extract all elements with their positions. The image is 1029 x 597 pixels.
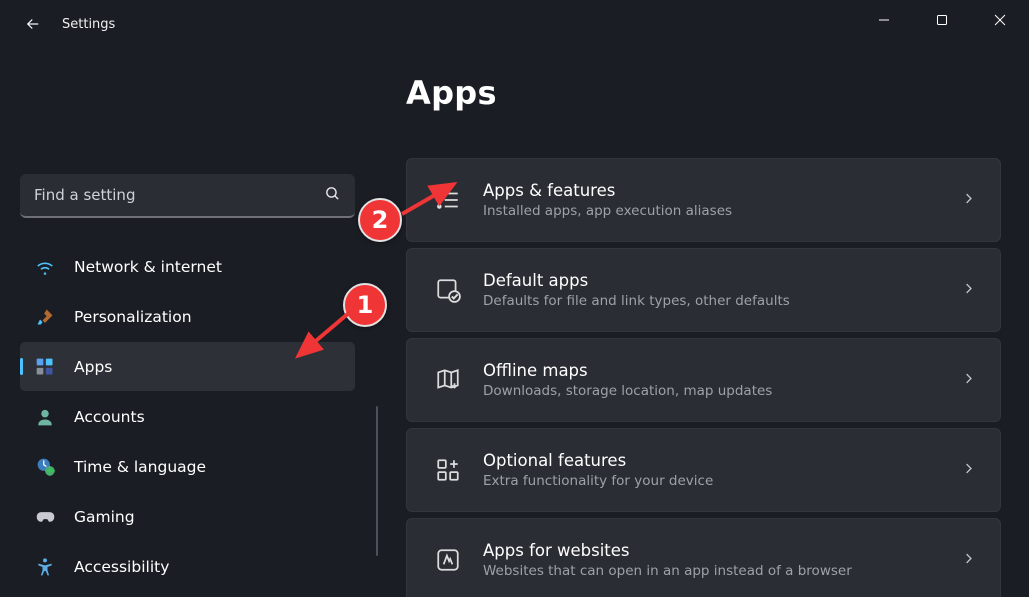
sidebar-item-accounts[interactable]: Accounts bbox=[20, 392, 355, 441]
card-offline-maps[interactable]: Offline maps Downloads, storage location… bbox=[406, 338, 1001, 422]
sidebar-item-label: Accessibility bbox=[74, 558, 169, 576]
card-text: Optional features Extra functionality fo… bbox=[483, 451, 961, 489]
window-title: Settings bbox=[62, 17, 115, 32]
sidebar-item-label: Network & internet bbox=[74, 258, 222, 276]
chevron-right-icon bbox=[961, 551, 976, 570]
apps-icon bbox=[34, 356, 56, 378]
search-icon bbox=[324, 185, 341, 206]
clock-globe-icon bbox=[34, 456, 56, 478]
card-optional-features[interactable]: Optional features Extra functionality fo… bbox=[406, 428, 1001, 512]
sidebar-item-label: Apps bbox=[74, 358, 112, 376]
card-subtitle: Installed apps, app execution aliases bbox=[483, 203, 961, 219]
sidebar-item-apps[interactable]: Apps bbox=[20, 342, 355, 391]
sidebar-item-label: Personalization bbox=[74, 308, 192, 326]
brush-icon bbox=[34, 306, 56, 328]
search-input[interactable] bbox=[34, 186, 324, 204]
sidebar-item-network[interactable]: Network & internet bbox=[20, 242, 355, 291]
sidebar: Network & internet Personalization Apps … bbox=[20, 48, 372, 597]
chevron-right-icon bbox=[961, 461, 976, 480]
sidebar-item-label: Gaming bbox=[74, 508, 135, 526]
accessibility-icon bbox=[34, 556, 56, 578]
chevron-right-icon bbox=[961, 191, 976, 210]
map-icon bbox=[431, 363, 465, 397]
maximize-button[interactable] bbox=[913, 0, 971, 40]
chevron-right-icon bbox=[961, 371, 976, 390]
card-text: Apps for websites Websites that can open… bbox=[483, 541, 961, 579]
chevron-right-icon bbox=[961, 281, 976, 300]
arrow-left-icon bbox=[24, 15, 42, 33]
card-text: Offline maps Downloads, storage location… bbox=[483, 361, 961, 399]
back-button[interactable] bbox=[18, 9, 48, 39]
close-icon bbox=[994, 14, 1006, 26]
card-subtitle: Defaults for file and link types, other … bbox=[483, 293, 961, 309]
card-title: Offline maps bbox=[483, 361, 961, 382]
card-subtitle: Extra functionality for your device bbox=[483, 473, 961, 489]
card-apps-websites[interactable]: Apps for websites Websites that can open… bbox=[406, 518, 1001, 597]
card-text: Default apps Defaults for file and link … bbox=[483, 271, 961, 309]
card-default-apps[interactable]: Default apps Defaults for file and link … bbox=[406, 248, 1001, 332]
list-icon bbox=[431, 183, 465, 217]
sidebar-item-label: Accounts bbox=[74, 408, 145, 426]
wifi-icon bbox=[34, 256, 56, 278]
search-box[interactable] bbox=[20, 174, 355, 218]
card-text: Apps & features Installed apps, app exec… bbox=[483, 181, 961, 219]
card-title: Default apps bbox=[483, 271, 961, 292]
grid-plus-icon bbox=[431, 453, 465, 487]
sidebar-item-gaming[interactable]: Gaming bbox=[20, 492, 355, 541]
main-panel: Apps Apps & features Installed apps, app… bbox=[372, 48, 1001, 597]
card-subtitle: Downloads, storage location, map updates bbox=[483, 383, 961, 399]
sidebar-scrollbar[interactable] bbox=[376, 406, 378, 556]
sidebar-item-label: Time & language bbox=[74, 458, 206, 476]
sidebar-item-time-language[interactable]: Time & language bbox=[20, 442, 355, 491]
page-title: Apps bbox=[406, 74, 1001, 112]
web-app-icon bbox=[431, 543, 465, 577]
sidebar-item-accessibility[interactable]: Accessibility bbox=[20, 542, 355, 591]
sidebar-item-personalization[interactable]: Personalization bbox=[20, 292, 355, 341]
checkbox-app-icon bbox=[431, 273, 465, 307]
maximize-icon bbox=[936, 14, 948, 26]
person-icon bbox=[34, 406, 56, 428]
card-title: Apps & features bbox=[483, 181, 961, 202]
gamepad-icon bbox=[34, 506, 56, 528]
card-title: Apps for websites bbox=[483, 541, 961, 562]
minimize-button[interactable] bbox=[855, 0, 913, 40]
card-subtitle: Websites that can open in an app instead… bbox=[483, 563, 961, 579]
card-apps-features[interactable]: Apps & features Installed apps, app exec… bbox=[406, 158, 1001, 242]
minimize-icon bbox=[878, 14, 890, 26]
close-button[interactable] bbox=[971, 0, 1029, 40]
card-title: Optional features bbox=[483, 451, 961, 472]
window-controls bbox=[855, 0, 1029, 40]
